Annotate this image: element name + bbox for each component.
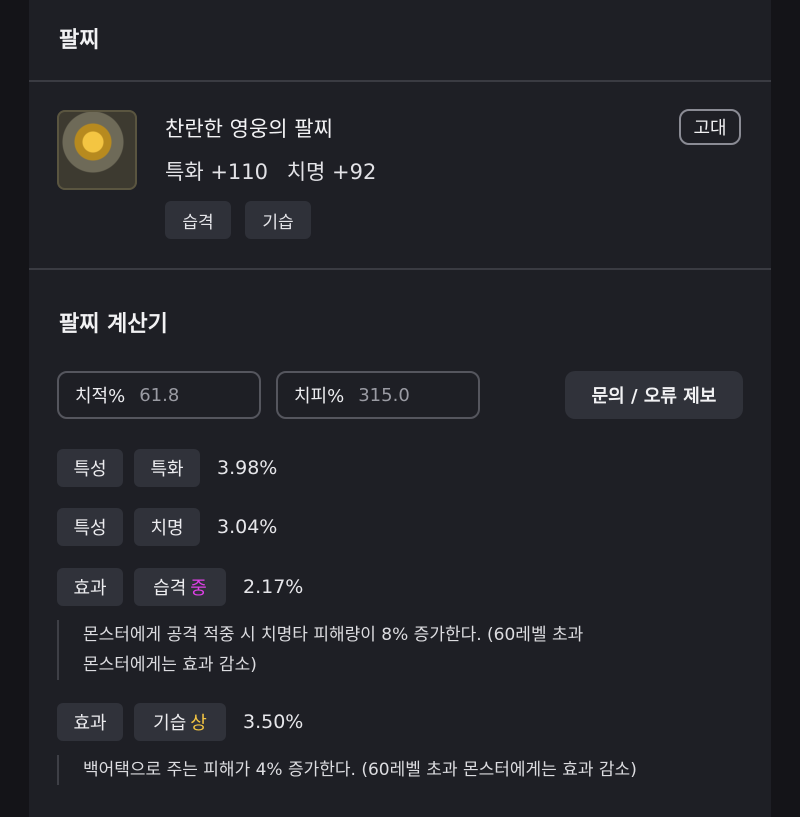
row-percent: 3.04% xyxy=(217,516,278,538)
crit-rate-value: 61.8 xyxy=(139,384,180,406)
item-name: 찬란한 영웅의 팔찌 xyxy=(165,117,333,141)
effect-description: 백어택으로 주는 피해가 4% 증가한다. (60레벨 초과 몬스터에게는 효과… xyxy=(57,755,637,785)
report-button[interactable]: 문의 / 오류 제보 xyxy=(565,371,743,419)
grade-high-label: 상 xyxy=(190,713,207,734)
row-percent: 3.98% xyxy=(217,457,278,479)
row-percent: 2.17% xyxy=(243,576,304,598)
effect-description: 몬스터에게 공격 적중 시 치명타 피해량이 8% 증가한다. (60레벨 초과… xyxy=(57,620,583,680)
row-name: 습격 xyxy=(153,578,187,599)
crit-rate-label: 치적% xyxy=(75,386,126,407)
grade-mid-label: 중 xyxy=(190,578,207,599)
row-name-chip: 치명 xyxy=(134,508,200,546)
divider xyxy=(29,80,771,82)
effect-tag: 기습 xyxy=(245,201,311,239)
item-stats: 특화 +110 치명 +92 xyxy=(165,156,388,186)
bracelet-panel: 팔찌 찬란한 영웅의 팔찌 특화 +110 치명 +92 고대 습격 기습 팔찌… xyxy=(29,0,771,817)
crit-damage-value: 315.0 xyxy=(358,384,410,406)
crit-damage-label: 치피% xyxy=(294,386,345,407)
stat-crit: 치명 +92 xyxy=(286,160,377,184)
crit-rate-field[interactable]: 치적% 61.8 xyxy=(57,371,261,419)
row-type-chip: 효과 xyxy=(57,703,123,741)
bracelet-item-icon xyxy=(57,110,137,190)
desc-line: 몬스터에게는 효과 감소) xyxy=(83,655,257,675)
row-type-chip: 특성 xyxy=(57,508,123,546)
calculator-title: 팔찌 계산기 xyxy=(59,312,168,337)
effect-tag: 습격 xyxy=(165,201,231,239)
grade-badge: 고대 xyxy=(679,109,741,145)
row-type-chip: 효과 xyxy=(57,568,123,606)
row-type-chip: 특성 xyxy=(57,449,123,487)
row-name: 기습 xyxy=(153,713,187,734)
page-title: 팔찌 xyxy=(59,28,100,53)
crit-damage-field[interactable]: 치피% 315.0 xyxy=(276,371,480,419)
stat-specialization: 특화 +110 xyxy=(165,160,268,184)
row-name-chip: 기습 상 xyxy=(134,703,226,741)
desc-line: 몬스터에게 공격 적중 시 치명타 피해량이 8% 증가한다. (60레벨 초과 xyxy=(83,625,584,645)
divider xyxy=(29,268,771,270)
row-percent: 3.50% xyxy=(243,711,304,733)
desc-line: 백어택으로 주는 피해가 4% 증가한다. (60레벨 초과 몬스터에게는 효과… xyxy=(83,760,637,780)
row-name-chip: 습격 중 xyxy=(134,568,226,606)
row-name-chip: 특화 xyxy=(134,449,200,487)
